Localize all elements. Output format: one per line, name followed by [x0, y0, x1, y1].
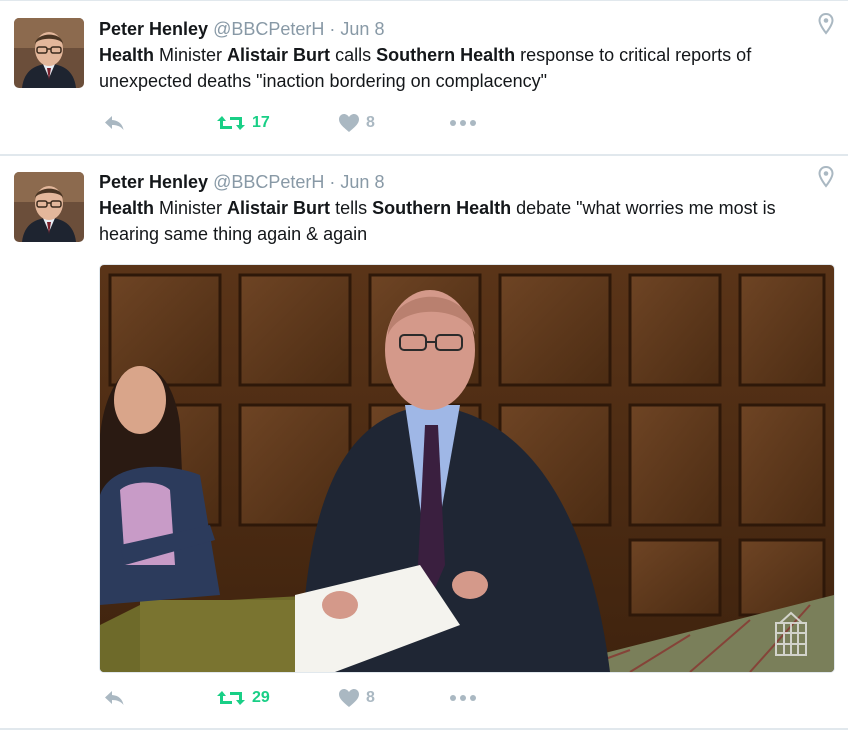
tweet-text: Health Minister Alistair Burt tells Sout…: [99, 195, 818, 247]
author-handle[interactable]: @BBCPeterH: [213, 19, 324, 39]
text-segment: Alistair Burt: [227, 45, 331, 65]
retweet-icon: [217, 691, 245, 705]
text-segment: Health: [99, 45, 155, 65]
text-segment: Alistair Burt: [227, 198, 331, 218]
timeline: Peter Henley @BBCPeterH · Jun 8 Health M…: [0, 0, 848, 731]
like-button[interactable]: 8: [338, 113, 375, 133]
tweet-photo[interactable]: [99, 264, 835, 673]
text-segment: Southern Health: [372, 198, 512, 218]
tweet-header: Peter Henley @BBCPeterH · Jun 8: [99, 171, 818, 193]
tweet-timestamp[interactable]: Jun 8: [340, 19, 384, 39]
tweet-timestamp[interactable]: Jun 8: [340, 172, 384, 192]
heart-icon: [339, 689, 359, 707]
tweet-1[interactable]: Peter Henley @BBCPeterH · Jun 8 Health M…: [0, 0, 848, 154]
reply-icon: [105, 691, 124, 705]
tweet-text: Health Minister Alistair Burt calls Sout…: [99, 42, 818, 94]
location-pin-icon[interactable]: [818, 12, 834, 35]
author-name[interactable]: Peter Henley: [99, 19, 208, 39]
tweet-content: Peter Henley @BBCPeterH · Jun 8 Health M…: [99, 171, 818, 247]
like-button[interactable]: 8: [338, 688, 375, 708]
heart-icon: [339, 114, 359, 132]
more-icon: [450, 120, 476, 126]
avatar[interactable]: [14, 172, 84, 242]
text-segment: Minister: [154, 45, 228, 65]
tweet-2[interactable]: Peter Henley @BBCPeterH · Jun 8 Health M…: [0, 156, 848, 731]
more-button[interactable]: [448, 116, 478, 130]
text-segment: Minister: [154, 198, 228, 218]
tweet-actions: 17 8: [99, 113, 519, 137]
reply-icon: [105, 116, 124, 130]
retweet-button[interactable]: 29: [216, 688, 270, 708]
like-count: 8: [366, 689, 375, 706]
avatar[interactable]: [14, 18, 84, 88]
like-count: 8: [366, 114, 375, 131]
header-separator: ·: [329, 172, 336, 192]
retweet-count: 29: [252, 689, 270, 706]
tweet-actions: 29 8: [99, 688, 519, 712]
tweet-content: Peter Henley @BBCPeterH · Jun 8 Health M…: [99, 18, 818, 94]
reply-button[interactable]: [102, 688, 126, 708]
header-separator: ·: [329, 19, 336, 39]
more-icon: [450, 695, 476, 701]
location-pin-icon[interactable]: [818, 165, 834, 188]
retweet-button[interactable]: 17: [216, 113, 270, 133]
retweet-icon: [217, 116, 245, 130]
text-segment: tells: [330, 198, 373, 218]
author-name[interactable]: Peter Henley: [99, 172, 208, 192]
more-button[interactable]: [448, 691, 478, 705]
author-handle[interactable]: @BBCPeterH: [213, 172, 324, 192]
text-segment: Southern Health: [376, 45, 516, 65]
text-segment: Health: [99, 198, 155, 218]
text-segment: calls: [330, 45, 377, 65]
retweet-count: 17: [252, 114, 270, 131]
reply-button[interactable]: [102, 113, 126, 133]
tweet-divider: [0, 728, 848, 730]
tweet-header: Peter Henley @BBCPeterH · Jun 8: [99, 18, 818, 40]
